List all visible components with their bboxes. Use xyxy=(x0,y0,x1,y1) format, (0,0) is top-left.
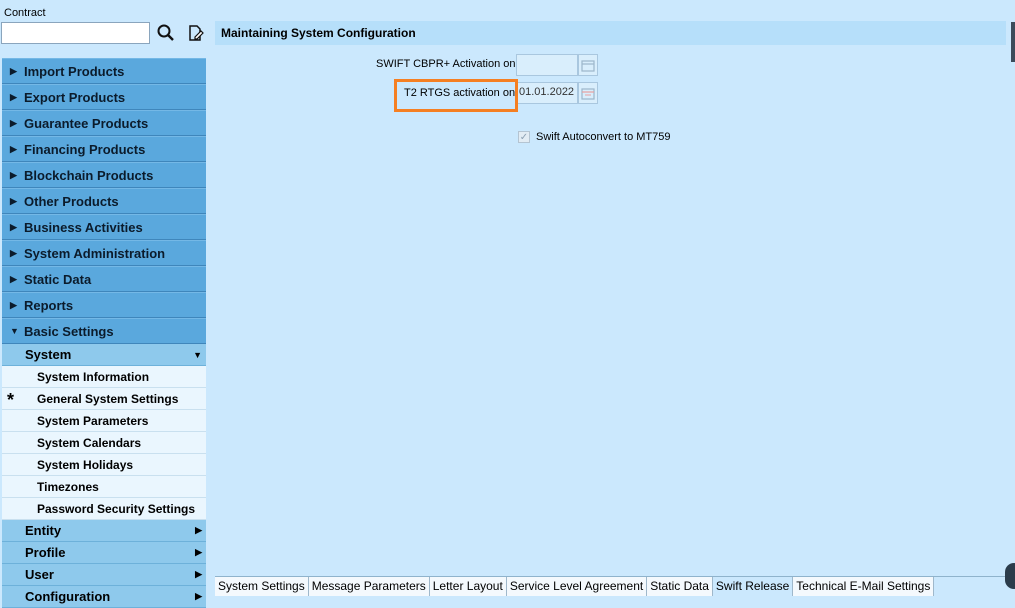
expand-arrow-icon: ▶ xyxy=(10,247,17,258)
navigation-menu: ▶ Import Products ▶ Export Products ▶ Guara… xyxy=(2,58,206,608)
submenu-timezones[interactable]: Timezones xyxy=(2,476,206,498)
menu-reports[interactable]: ▶ Reports xyxy=(2,292,206,318)
search-icon[interactable] xyxy=(156,23,176,43)
submenu-system-calendars[interactable]: System Calendars xyxy=(2,432,206,454)
edit-document-icon[interactable] xyxy=(186,23,206,43)
swift-cbpr-label: SWIFT CBPR+ Activation on xyxy=(376,58,516,70)
calendar-icon[interactable] xyxy=(578,54,598,76)
submenu-profile[interactable]: Profile ▶ xyxy=(2,542,206,564)
menu-financing-products[interactable]: ▶ Financing Products xyxy=(2,136,206,162)
submenu-system-parameters[interactable]: System Parameters xyxy=(2,410,206,432)
submenu-system-information[interactable]: System Information xyxy=(2,366,206,388)
swift-autoconvert-checkbox[interactable]: ✓ xyxy=(518,131,530,143)
expand-arrow-icon: ▶ xyxy=(10,91,17,102)
expand-arrow-icon: ▶ xyxy=(10,117,17,128)
current-page-star-icon: * xyxy=(7,390,15,410)
tab-letter-layout[interactable]: Letter Layout xyxy=(429,577,507,596)
page-title: Maintaining System Configuration xyxy=(215,21,1006,45)
sidebar: Contract ▶ Import Products ▶ Export Produc… xyxy=(0,0,207,608)
tab-service-level-agreement[interactable]: Service Level Agreement xyxy=(506,577,648,596)
collapse-arrow-icon: ▼ xyxy=(10,326,19,336)
contract-label: Contract xyxy=(4,7,46,19)
menu-import-products[interactable]: ▶ Import Products xyxy=(2,58,206,84)
menu-export-products[interactable]: ▶ Export Products xyxy=(2,84,206,110)
submenu-configuration[interactable]: Configuration ▶ xyxy=(2,586,206,608)
menu-blockchain-products[interactable]: ▶ Blockchain Products xyxy=(2,162,206,188)
contract-input[interactable] xyxy=(1,22,150,44)
menu-basic-settings[interactable]: ▼ Basic Settings xyxy=(2,318,206,344)
chevron-right-icon: ▶ xyxy=(195,525,202,535)
expand-arrow-icon: ▶ xyxy=(10,221,17,232)
submenu-system[interactable]: System ▼ xyxy=(2,344,206,366)
chevron-down-icon: ▼ xyxy=(193,349,202,360)
expand-arrow-icon: ▶ xyxy=(10,65,17,76)
chevron-right-icon: ▶ xyxy=(195,591,202,601)
expand-arrow-icon: ▶ xyxy=(10,299,17,310)
submenu-entity[interactable]: Entity ▶ xyxy=(2,520,206,542)
menu-guarantee-products[interactable]: ▶ Guarantee Products xyxy=(2,110,206,136)
expand-arrow-icon: ▶ xyxy=(10,143,17,154)
swift-cbpr-date-field[interactable] xyxy=(516,54,578,76)
expand-arrow-icon: ▶ xyxy=(10,195,17,206)
chevron-right-icon: ▶ xyxy=(195,547,202,557)
tab-swift-release[interactable]: Swift Release xyxy=(712,577,794,596)
submenu-system-holidays[interactable]: System Holidays xyxy=(2,454,206,476)
scrollbar-edge[interactable] xyxy=(1011,22,1015,62)
expand-arrow-icon: ▶ xyxy=(10,273,17,284)
menu-static-data[interactable]: ▶ Static Data xyxy=(2,266,206,292)
swift-autoconvert-label: Swift Autoconvert to MT759 xyxy=(536,131,671,143)
tab-static-data[interactable]: Static Data xyxy=(647,577,713,596)
menu-business-activities[interactable]: ▶ Business Activities xyxy=(2,214,206,240)
submenu-password-security-settings[interactable]: Password Security Settings xyxy=(2,498,206,520)
tab-message-parameters[interactable]: Message Parameters xyxy=(308,577,430,596)
chevron-right-icon: ▶ xyxy=(195,569,202,579)
floating-widget[interactable] xyxy=(1005,563,1015,589)
submenu-user[interactable]: User ▶ xyxy=(2,564,206,586)
calendar-icon[interactable] xyxy=(578,82,598,104)
tab-system-settings[interactable]: System Settings xyxy=(215,577,309,596)
menu-system-administration[interactable]: ▶ System Administration xyxy=(2,240,206,266)
highlight-box xyxy=(394,79,518,112)
tab-technical-email-settings[interactable]: Technical E-Mail Settings xyxy=(793,577,935,596)
submenu-general-system-settings[interactable]: * General System Settings xyxy=(2,388,206,410)
expand-arrow-icon: ▶ xyxy=(10,169,17,180)
t2-rtgs-date-field[interactable]: 01.01.2022 xyxy=(516,82,578,104)
menu-other-products[interactable]: ▶ Other Products xyxy=(2,188,206,214)
tab-bar: System Settings Message Parameters Lette… xyxy=(215,576,1006,596)
